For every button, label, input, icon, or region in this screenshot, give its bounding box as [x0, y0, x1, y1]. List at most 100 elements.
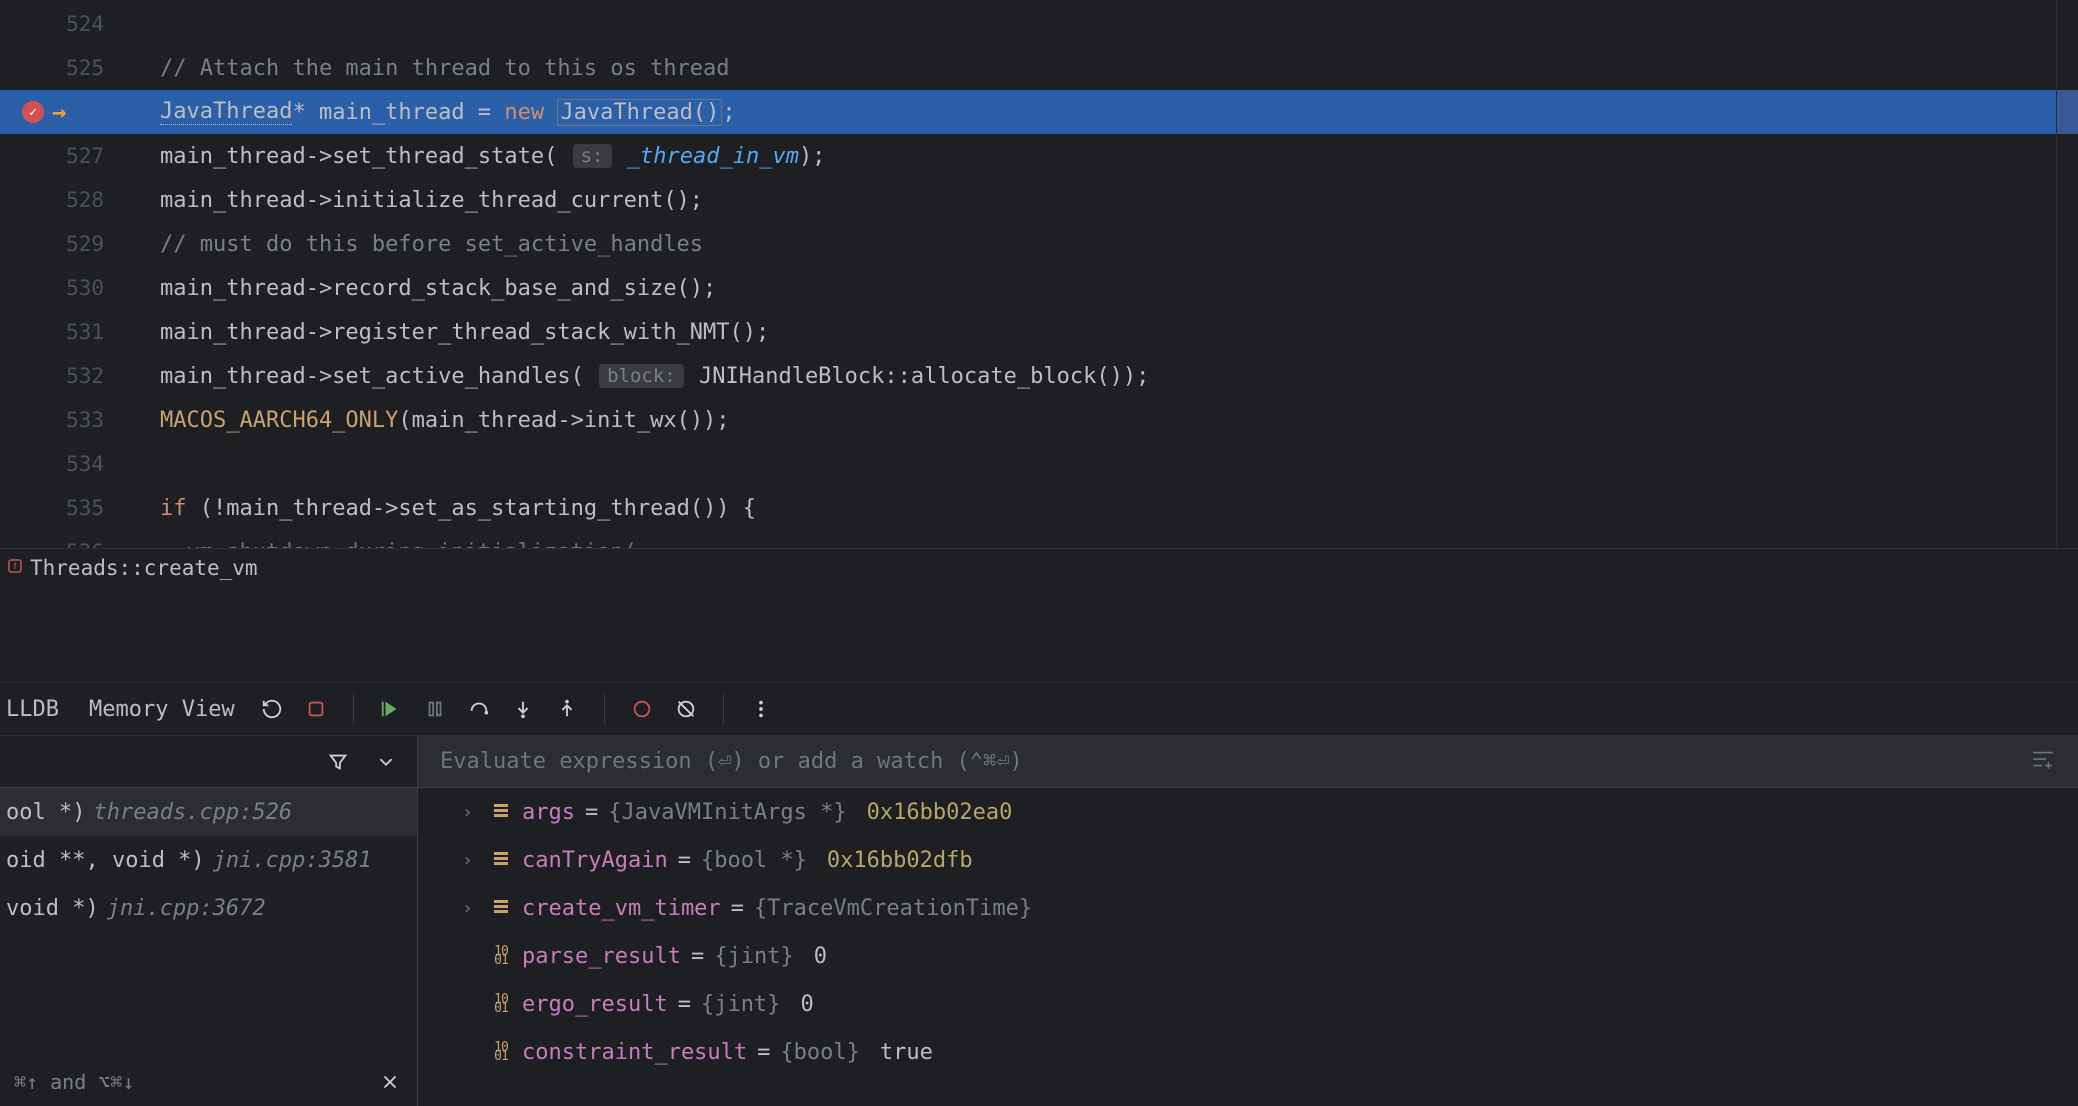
gutter-line-534[interactable]: 534 — [0, 442, 122, 486]
gutter-line-528[interactable]: 528 — [0, 178, 122, 222]
code-line[interactable]: // must do this before set_active_handle… — [122, 222, 2056, 266]
code-lines[interactable]: // Attach the main thread to this os thr… — [122, 0, 2056, 548]
code-editor[interactable]: 524525→527 528 529 530 531 532 533 534 535 536 //… — [0, 0, 2078, 548]
variable-row[interactable]: 10 01ergo_result = {jint} 0 — [418, 980, 2078, 1028]
gutter-line-532[interactable]: 532 — [0, 354, 122, 398]
stack-frame[interactable]: ool *) threads.cpp:526 — [0, 788, 417, 836]
code-line[interactable]: main_thread->register_thread_stack_with_… — [122, 310, 2056, 354]
breadcrumb[interactable]: f Threads::create_vm — [0, 548, 2078, 586]
expand-chevron-icon[interactable]: › — [462, 802, 480, 823]
code-token: main_thread — [319, 100, 478, 125]
line-number: 534 — [66, 452, 104, 476]
variables-panel: Evaluate expression (⏎) or add a watch (… — [418, 736, 2078, 1106]
gutter-line-536[interactable]: 536 — [0, 530, 122, 548]
variable-row[interactable]: ›args = {JavaVMInitArgs *} 0x16bb02ea0 — [418, 788, 2078, 836]
breakpoint-icon[interactable] — [22, 101, 44, 123]
frame-signature: oid **, void *) — [6, 848, 205, 873]
code-line[interactable]: vm_shutdown_during_initialization( — [122, 530, 2056, 548]
equals: = — [678, 848, 691, 873]
variable-type: {jint} — [701, 992, 780, 1017]
step-over-icon[interactable] — [466, 696, 492, 722]
code-line[interactable] — [122, 442, 2056, 486]
variable-type: {JavaVMInitArgs *} — [608, 800, 846, 825]
variable-name: canTryAgain — [522, 848, 668, 873]
gutter-line-533[interactable]: 533 — [0, 398, 122, 442]
code-line[interactable]: main_thread->initialize_thread_current()… — [122, 178, 2056, 222]
minimap-highlight — [2057, 90, 2078, 134]
more-icon[interactable] — [748, 696, 774, 722]
variable-row[interactable]: 10 01parse_result = {jint} 0 — [418, 932, 2078, 980]
close-icon[interactable] — [377, 1069, 403, 1095]
gutter-line-527[interactable]: 527 — [0, 134, 122, 178]
gutter-line-exec[interactable]: → — [0, 90, 122, 134]
line-number: 528 — [66, 188, 104, 212]
eval-placeholder: Evaluate expression (⏎) or add a watch (… — [440, 749, 1023, 774]
param-hint: s: — [573, 144, 612, 168]
gutter-line-524[interactable]: 524 — [0, 2, 122, 46]
line-number: 533 — [66, 408, 104, 432]
code-line[interactable]: main_thread->set_active_handles( block: … — [122, 354, 2056, 398]
equals: = — [757, 1040, 770, 1065]
line-number: 536 — [66, 540, 104, 548]
separator — [604, 694, 605, 724]
stop-icon[interactable] — [303, 696, 329, 722]
gutter-line-525[interactable]: 525 — [0, 46, 122, 90]
code-line[interactable]: JavaThread* main_thread = new JavaThread… — [122, 90, 2056, 134]
step-into-icon[interactable] — [510, 696, 536, 722]
pause-icon[interactable] — [422, 696, 448, 722]
gutter-line-531[interactable]: 531 — [0, 310, 122, 354]
stack-frame[interactable]: void *) jni.cpp:3672 — [0, 884, 417, 932]
expand-chevron-icon[interactable]: › — [462, 850, 480, 871]
code-token: main_thread->register_thread_stack_with_… — [160, 320, 769, 345]
code-line[interactable]: if (!main_thread->set_as_starting_thread… — [122, 486, 2056, 530]
resume-icon[interactable] — [378, 696, 404, 722]
param-value: _thread_in_vm — [627, 144, 799, 169]
variable-type: {bool *} — [701, 848, 807, 873]
filter-icon[interactable] — [325, 749, 351, 775]
struct-icon — [490, 800, 512, 825]
mute-breakpoints-icon[interactable] — [673, 696, 699, 722]
code-token: ; — [722, 100, 735, 125]
gutter-line-530[interactable]: 530 — [0, 266, 122, 310]
variable-name: create_vm_timer — [522, 896, 721, 921]
line-number: 532 — [66, 364, 104, 388]
equals: = — [731, 896, 744, 921]
add-watch-icon[interactable] — [2030, 746, 2056, 778]
stack-frame[interactable]: oid **, void *)jni.cpp:3581 — [0, 836, 417, 884]
code-line[interactable] — [122, 2, 2056, 46]
minimap[interactable] — [2056, 0, 2078, 548]
line-number: 530 — [66, 276, 104, 300]
frame-signature: void *) — [6, 896, 99, 921]
frame-location: jni.cpp:3672 — [107, 896, 266, 921]
expand-chevron-icon[interactable]: › — [462, 898, 480, 919]
frames-list: ool *)threads.cpp:526oid **, void *)jni.… — [0, 788, 417, 932]
evaluate-expression-input[interactable]: Evaluate expression (⏎) or add a watch (… — [418, 736, 2078, 788]
gutter[interactable]: 524525→527 528 529 530 531 532 533 534 535 536 — [0, 0, 122, 548]
code-token: main_thread->set_active_handles( — [160, 364, 597, 389]
gutter-line-535[interactable]: 535 — [0, 486, 122, 530]
frame-signature: ool *) — [6, 800, 85, 825]
int-icon: 10 01 — [490, 1043, 512, 1061]
struct-icon — [490, 896, 512, 921]
tab-lldb[interactable]: LLDB — [0, 697, 65, 722]
rerun-icon[interactable] — [259, 696, 285, 722]
separator — [353, 694, 354, 724]
step-out-icon[interactable] — [554, 696, 580, 722]
gutter-line-529[interactable]: 529 — [0, 222, 122, 266]
code-line[interactable]: // Attach the main thread to this os thr… — [122, 46, 2056, 90]
frame-location: threads.cpp:526 — [93, 800, 292, 825]
variable-row[interactable]: ›canTryAgain = {bool *} 0x16bb02dfb — [418, 836, 2078, 884]
variable-row[interactable]: 10 01constraint_result = {bool} true — [418, 1028, 2078, 1076]
variable-name: ergo_result — [522, 992, 668, 1017]
code-line[interactable]: MACOS_AARCH64_ONLY(main_thread->init_wx(… — [122, 398, 2056, 442]
variable-type: {jint} — [714, 944, 793, 969]
debug-toolbar: LLDB Memory View — [0, 682, 2078, 736]
param-hint: block: — [599, 364, 684, 388]
variable-name: constraint_result — [522, 1040, 747, 1065]
chevron-down-icon[interactable] — [373, 749, 399, 775]
view-breakpoints-icon[interactable] — [629, 696, 655, 722]
code-line[interactable]: main_thread->record_stack_base_and_size(… — [122, 266, 2056, 310]
code-line[interactable]: main_thread->set_thread_state( s: _threa… — [122, 134, 2056, 178]
tab-memory-view[interactable]: Memory View — [83, 697, 241, 722]
variable-row[interactable]: ›create_vm_timer = {TraceVmCreationTime} — [418, 884, 2078, 932]
